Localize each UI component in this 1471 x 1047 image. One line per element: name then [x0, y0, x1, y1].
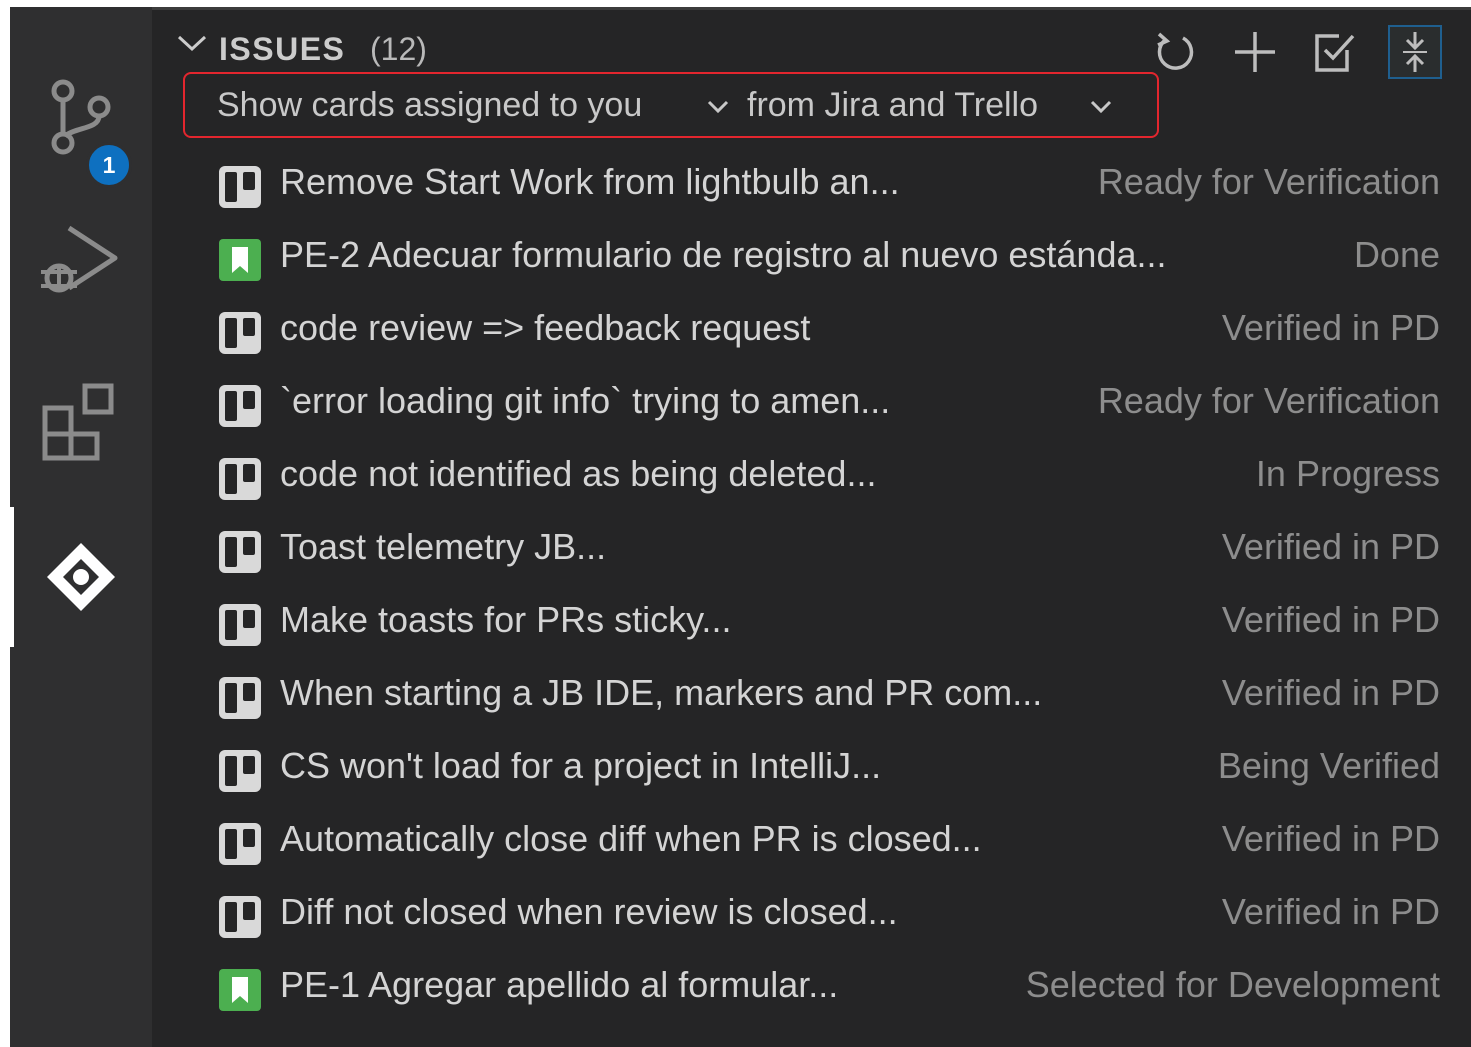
activity-source-control[interactable]: 1 [10, 47, 152, 188]
list-item[interactable]: Automatically close diff when PR is clos… [152, 807, 1471, 880]
issue-status: Selected for Development [1025, 964, 1440, 1005]
issue-title: code not identified as being deleted... [280, 453, 877, 494]
issue-status: Verified in PD [1221, 818, 1440, 859]
list-item[interactable]: code review => feedback request Verified… [152, 296, 1471, 369]
add-icon [1235, 32, 1275, 72]
issue-title: Automatically close diff when PR is clos… [280, 818, 982, 859]
extensions-icon [42, 383, 114, 461]
list-item[interactable]: Make toasts for PRs sticky... Verified i… [152, 588, 1471, 661]
chevron-down-icon[interactable] [707, 100, 729, 114]
issue-title: `error loading git info` trying to amen.… [280, 380, 891, 421]
issue-title: Make toasts for PRs sticky... [280, 599, 732, 640]
issue-title: Diff not closed when review is closed... [280, 891, 898, 932]
activity-codestream[interactable] [10, 507, 152, 647]
activity-run-debug[interactable] [10, 192, 152, 332]
trello-icon [219, 823, 261, 865]
issue-status: Verified in PD [1221, 599, 1440, 640]
source-filter-dropdown[interactable]: from Jira and Trello [747, 86, 1038, 125]
list-item[interactable]: code not identified as being deleted... … [152, 442, 1471, 515]
activity-bar: 1 [10, 7, 152, 1047]
checklist-button[interactable] [1308, 25, 1362, 79]
issue-status: Being Verified [1217, 745, 1440, 786]
collapse-all-icon [1403, 32, 1427, 72]
run-debug-icon [41, 225, 118, 293]
ide-window: 1 ISSUES (12) Show cards assigned to you… [10, 7, 1471, 1047]
issue-status: Verified in PD [1221, 891, 1440, 932]
list-item[interactable]: `error loading git info` trying to amen.… [152, 369, 1471, 442]
list-item[interactable]: Diff not closed when review is closed...… [152, 880, 1471, 953]
trello-icon [219, 166, 261, 208]
issue-title: code review => feedback request [280, 307, 811, 348]
issue-status: In Progress [1255, 453, 1440, 494]
list-item[interactable]: Toast telemetry JB... Verified in PD [152, 515, 1471, 588]
trello-icon [219, 750, 261, 792]
codestream-icon [47, 543, 115, 611]
refresh-icon [1157, 32, 1194, 70]
list-item[interactable]: PE-1 Agregar apellido al formular... Sel… [152, 953, 1471, 1026]
checklist-icon [1315, 34, 1355, 72]
issue-count: (12) [370, 31, 427, 67]
issue-title: Remove Start Work from lightbulb an... [280, 161, 900, 202]
trello-icon [219, 312, 261, 354]
trello-icon [219, 604, 261, 646]
activity-extensions[interactable] [10, 352, 152, 492]
trello-icon [219, 458, 261, 500]
list-item[interactable]: CS won't load for a project in IntelliJ.… [152, 734, 1471, 807]
list-item[interactable]: PE-2 Adecuar formulario de registro al n… [152, 223, 1471, 296]
issue-title: When starting a JB IDE, markers and PR c… [280, 672, 1043, 713]
issue-status: Ready for Verification [1097, 161, 1440, 202]
issues-panel: ISSUES (12) Show cards assigned to you f… [152, 7, 1471, 1047]
panel-header[interactable]: ISSUES (12) [152, 21, 1471, 79]
trello-icon [219, 896, 261, 938]
trello-icon [219, 531, 261, 573]
jira-icon [219, 969, 261, 1011]
assignee-filter-dropdown[interactable]: Show cards assigned to you [217, 86, 642, 125]
collapse-all-button[interactable] [1388, 25, 1442, 79]
list-item[interactable]: When starting a JB IDE, markers and PR c… [152, 661, 1471, 734]
add-issue-button[interactable] [1228, 25, 1282, 79]
chevron-down-icon[interactable] [1090, 100, 1112, 114]
issue-status: Verified in PD [1221, 307, 1440, 348]
issue-title: Toast telemetry JB... [280, 526, 607, 567]
issue-status: Verified in PD [1221, 672, 1440, 713]
issue-title: CS won't load for a project in IntelliJ.… [280, 745, 882, 786]
issue-status: Verified in PD [1221, 526, 1440, 567]
panel-title: ISSUES [219, 31, 346, 67]
chevron-down-icon[interactable] [176, 33, 208, 53]
source-control-badge: 1 [86, 142, 132, 188]
list-item[interactable]: Remove Start Work from lightbulb an... R… [152, 150, 1471, 223]
trello-icon [219, 677, 261, 719]
issue-status: Done [1353, 234, 1440, 275]
issue-title: PE-2 Adecuar formulario de registro al n… [280, 234, 1167, 275]
refresh-button[interactable] [1148, 25, 1202, 79]
trello-icon [219, 385, 261, 427]
panel-top-border [152, 7, 1471, 10]
issue-status: Ready for Verification [1097, 380, 1440, 421]
jira-icon [219, 239, 261, 281]
filter-highlight: Show cards assigned to you from Jira and… [183, 72, 1159, 138]
issue-title: PE-1 Agregar apellido al formular... [280, 964, 839, 1005]
